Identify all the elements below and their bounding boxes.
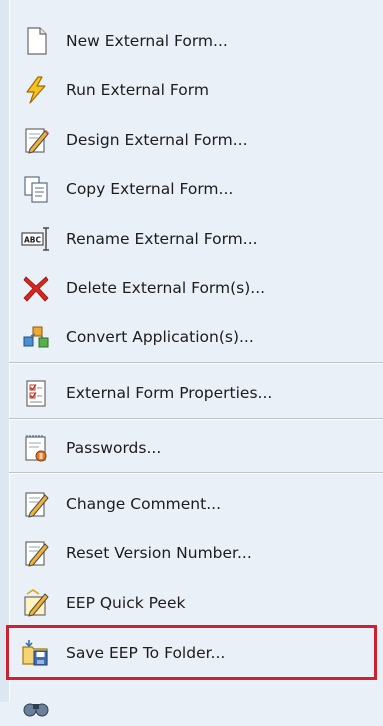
menu-item-label: EEP Quick Peek	[66, 594, 186, 612]
menu-item-label: Change Comment...	[66, 495, 221, 513]
menu-item-label: Delete External Form(s)...	[66, 279, 266, 297]
svg-text:ABC: ABC	[24, 236, 42, 245]
reset-pencil-icon	[25, 541, 49, 567]
lightning-bolt-icon	[26, 76, 46, 104]
menu-item-label: Copy External Form...	[66, 180, 234, 198]
menu-item-reset-version-number[interactable]: Reset Version Number...	[9, 532, 383, 574]
context-menu: New External Form... Run External Form D…	[0, 0, 383, 717]
menu-item-find-partial[interactable]	[9, 684, 383, 726]
menu-item-rename-external-form[interactable]: ABC Rename External Form...	[9, 218, 383, 260]
menu-item-label: Convert Application(s)...	[66, 328, 254, 346]
menu-item-label: Rename External Form...	[66, 230, 258, 248]
binoculars-icon	[23, 703, 49, 717]
menu-item-external-form-properties[interactable]: External Form Properties...	[9, 372, 383, 414]
menu-item-eep-quick-peek[interactable]: EEP Quick Peek	[9, 582, 383, 624]
menu-separator	[9, 472, 383, 474]
menu-item-change-comment[interactable]: Change Comment...	[9, 483, 383, 525]
menu-separator	[9, 362, 383, 364]
design-pencil-icon	[25, 128, 49, 154]
menu-item-passwords[interactable]: Passwords...	[9, 427, 383, 469]
menu-item-label: External Form Properties...	[66, 384, 273, 402]
highlight-box	[6, 625, 377, 680]
menu-item-convert-applications[interactable]: Convert Application(s)...	[9, 316, 383, 358]
menu-item-label: Reset Version Number...	[66, 544, 252, 562]
quick-peek-icon	[24, 589, 49, 617]
menu-item-delete-external-forms[interactable]: Delete External Form(s)...	[9, 267, 383, 309]
new-document-icon	[27, 27, 47, 55]
menu-item-design-external-form[interactable]: Design External Form...	[9, 119, 383, 161]
comment-pencil-icon	[25, 492, 49, 518]
delete-x-icon	[23, 276, 49, 302]
copy-documents-icon	[24, 176, 48, 203]
menu-item-label: Passwords...	[66, 439, 162, 457]
menu-item-new-external-form[interactable]: New External Form...	[9, 20, 383, 62]
menu-item-label: Design External Form...	[66, 131, 248, 149]
menu-separator	[9, 418, 383, 420]
rename-abc-icon: ABC	[21, 227, 49, 251]
convert-puzzle-icon	[23, 326, 49, 348]
menu-item-run-external-form[interactable]: Run External Form	[9, 69, 383, 111]
properties-checklist-icon	[26, 380, 46, 407]
menu-item-label: New External Form...	[66, 32, 228, 50]
menu-item-label: Run External Form	[66, 81, 209, 99]
passwords-notepad-icon	[25, 435, 47, 462]
menu-item-copy-external-form[interactable]: Copy External Form...	[9, 168, 383, 210]
